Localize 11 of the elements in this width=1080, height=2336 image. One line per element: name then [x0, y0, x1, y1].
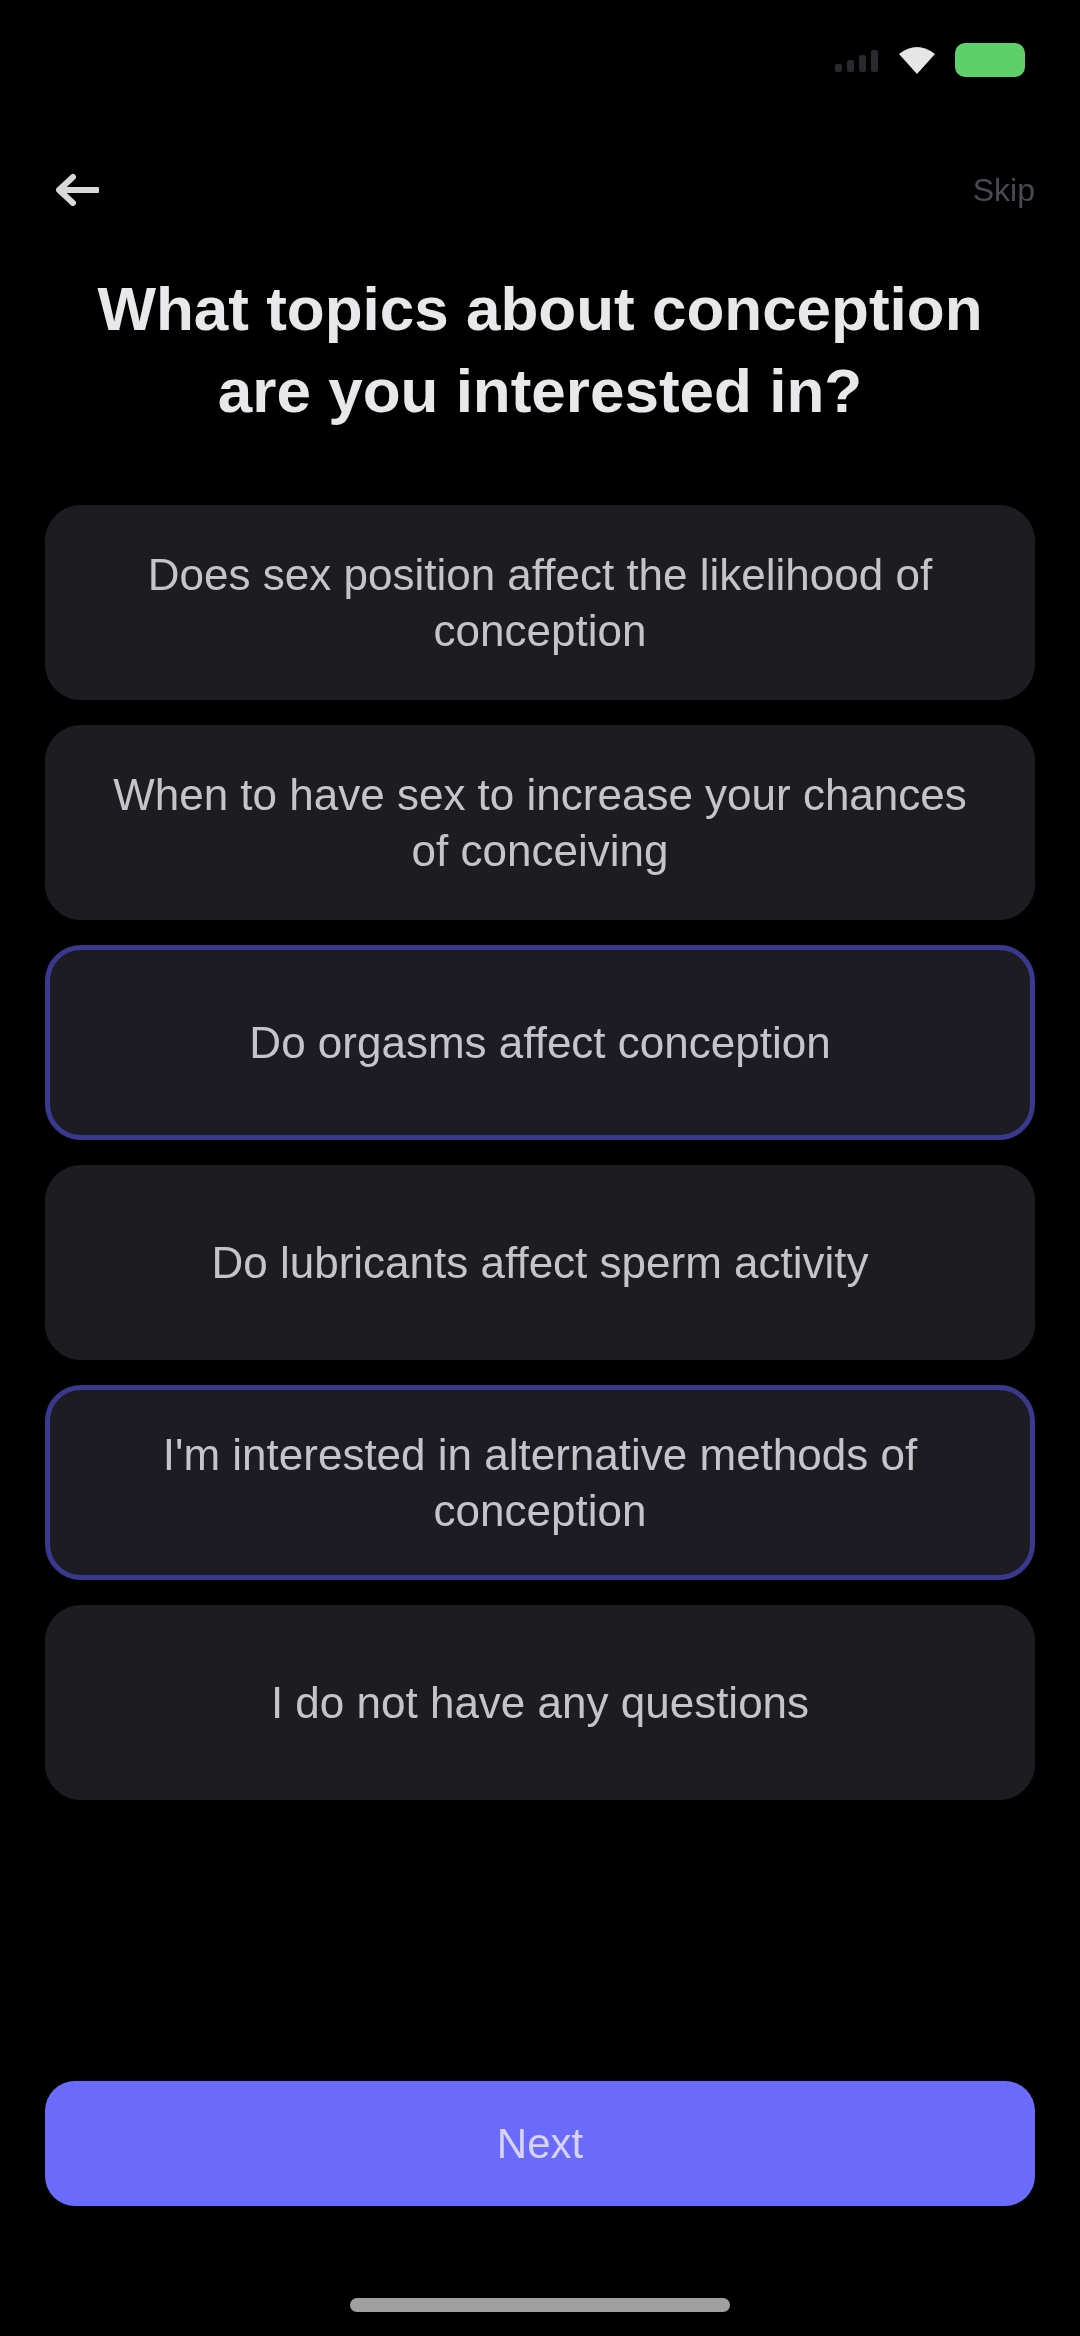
wifi-icon	[899, 46, 935, 74]
topic-option[interactable]: I'm interested in alternative methods of conception	[45, 1385, 1035, 1580]
topic-option[interactable]: When to have sex to increase your chances of conceiving	[45, 725, 1035, 920]
back-arrow-icon	[55, 173, 99, 207]
battery-icon	[955, 43, 1025, 77]
topic-option[interactable]: Does sex position affect the likelihood of conception	[45, 505, 1035, 700]
topic-option[interactable]: Do orgasms affect conception	[45, 945, 1035, 1140]
topic-option[interactable]: Do lubricants affect sperm activity	[45, 1165, 1035, 1360]
question-title: What topics about conception are you interested in?	[96, 273, 984, 427]
topic-option[interactable]: I do not have any questions	[45, 1605, 1035, 1800]
signal-icon	[835, 48, 879, 72]
